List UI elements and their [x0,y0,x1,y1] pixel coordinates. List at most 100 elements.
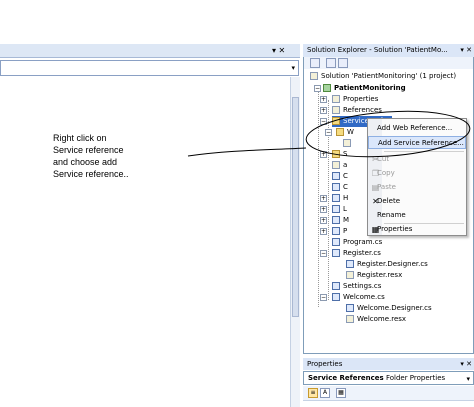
properties-window-buttons[interactable]: ▾ ✕ [460,358,472,370]
folder-icon [332,117,340,125]
properties-object-selector[interactable]: Service References Folder Properties ▾ [303,371,474,385]
tree-item-w[interactable]: W [336,127,354,138]
solution-explorer-window-buttons[interactable]: ▾ ✕ [460,44,472,57]
menu-item-label: Properties [377,225,413,233]
menu-item-add-web-reference[interactable]: Add Web Reference... [368,122,466,135]
menu-item-copy[interactable]: ❐ Copy [368,167,466,180]
scrollbar-thumb[interactable] [292,97,299,317]
properties-folder-icon [332,95,340,103]
menu-item-properties[interactable]: ▦ Properties [368,223,466,236]
tree-item-h[interactable]: H [332,193,348,204]
tree-item-welcome[interactable]: Welcome.cs [332,292,385,303]
annotation-line-1: Right click on [53,133,107,143]
tree-item-welcome-resx[interactable]: Welcome.resx [346,314,406,325]
cs-file-icon [332,238,340,246]
menu-item-paste[interactable]: ▤ Paste [368,181,466,194]
tree-label: Welcome.cs [343,293,385,301]
editor-toolbar [0,44,300,58]
expand-toggle[interactable]: + [320,206,327,213]
editor-document[interactable] [0,77,290,407]
scissors-icon: ✂ [372,155,379,164]
chevron-down-icon[interactable]: ▾ [291,64,295,72]
tree-label: Solution 'PatientMonitoring' (1 project) [321,72,457,80]
menu-item-label: Add Service Reference... [378,139,464,147]
tree-item-references[interactable]: References [332,105,382,116]
tree-item-solution[interactable]: Solution 'PatientMonitoring' (1 project) [310,71,456,82]
collapse-toggle[interactable]: − [320,118,327,125]
properties-title-text: Properties [307,360,343,368]
tree-label: W [347,128,354,136]
expand-toggle[interactable]: + [320,151,327,158]
form-icon [332,227,340,235]
tree-item-c1[interactable]: C [332,171,348,182]
tree-item-register-designer[interactable]: Register.Designer.cs [346,259,428,270]
tree-label: Program.cs [343,238,383,246]
context-menu: Add Web Reference... Add Service Referen… [367,118,467,236]
project-icon [323,84,331,92]
tree-item-properties[interactable]: Properties [332,94,378,105]
tree-item-register[interactable]: Register.cs [332,248,381,259]
expand-toggle[interactable]: + [320,96,327,103]
expand-toggle[interactable]: + [320,217,327,224]
menu-separator [384,151,464,152]
properties-toolbar-icon[interactable] [310,58,320,68]
tree-item-program[interactable]: Program.cs [332,237,382,248]
tree-item-welcome-designer[interactable]: Welcome.Designer.cs [346,303,432,314]
form-icon [332,293,340,301]
annotation-text: Right click on Service reference and cho… [53,132,173,180]
cs-file-icon [332,172,340,180]
tree-item-p[interactable]: P [332,226,347,237]
tree-label: Settings.cs [343,282,382,290]
code-navigation-dropdown[interactable]: ▾ [0,60,299,76]
alphabetical-icon[interactable]: A [320,388,330,398]
collapse-toggle[interactable]: − [320,250,327,257]
tree-label: M [343,216,350,224]
editor-window-controls[interactable]: ▾ ✕ [272,46,300,56]
collapse-toggle[interactable]: − [325,129,332,136]
show-all-files-icon[interactable] [326,58,336,68]
tree-item-project[interactable]: PatientMonitoring [323,83,406,94]
form-icon [332,194,340,202]
tree-label: L [343,205,347,213]
property-pages-icon[interactable]: ▦ [336,388,346,398]
expand-toggle[interactable]: + [320,107,327,114]
solution-explorer-title-text: Solution Explorer - Solution 'PatientMo.… [307,46,448,54]
tree-label: Properties [343,95,379,103]
properties-toolbar: ≡ A ▦ [303,386,474,400]
tree-item-a[interactable]: a [332,160,347,171]
form-icon [332,216,340,224]
cs-file-icon [332,282,340,290]
folder-icon [332,150,340,158]
references-icon [332,106,340,114]
tree-label: C [343,172,348,180]
annotation-line-2: Service reference [53,145,124,155]
cs-file-icon [346,304,354,312]
folder-icon [336,128,344,136]
collapse-toggle[interactable]: − [314,85,321,92]
solution-explorer-title: Solution Explorer - Solution 'PatientMo.… [303,44,474,57]
selected-object-type: Folder Properties [385,374,446,382]
expand-toggle[interactable]: + [320,195,327,202]
tree-item-m[interactable]: M [332,215,349,226]
paste-icon: ▤ [371,183,380,192]
menu-item-delete[interactable]: ✕ Delete [368,195,466,208]
tree-item-l[interactable]: L [332,204,347,215]
refresh-icon[interactable] [338,58,348,68]
chevron-down-icon[interactable]: ▾ [466,373,470,385]
editor-vertical-scrollbar[interactable] [290,77,300,407]
tree-label: PatientMonitoring [334,84,406,92]
properties-grid [303,400,474,407]
tree-item-settings[interactable]: Settings.cs [332,281,381,292]
tree-item-service[interactable] [343,138,354,149]
collapse-toggle[interactable]: − [320,294,327,301]
categorized-icon[interactable]: ≡ [308,388,318,398]
tree-item-register-resx[interactable]: Register.resx [346,270,402,281]
tree-item-c2[interactable]: C [332,182,348,193]
tree-label: S [343,150,348,158]
menu-item-add-service-reference[interactable]: Add Service Reference... [368,136,466,149]
expand-toggle[interactable]: + [320,228,327,235]
menu-item-cut[interactable]: ✂ Cut [368,153,466,166]
tree-label: References [343,106,382,114]
menu-item-rename[interactable]: Rename [368,209,466,222]
tree-item-s[interactable]: S [332,149,347,160]
